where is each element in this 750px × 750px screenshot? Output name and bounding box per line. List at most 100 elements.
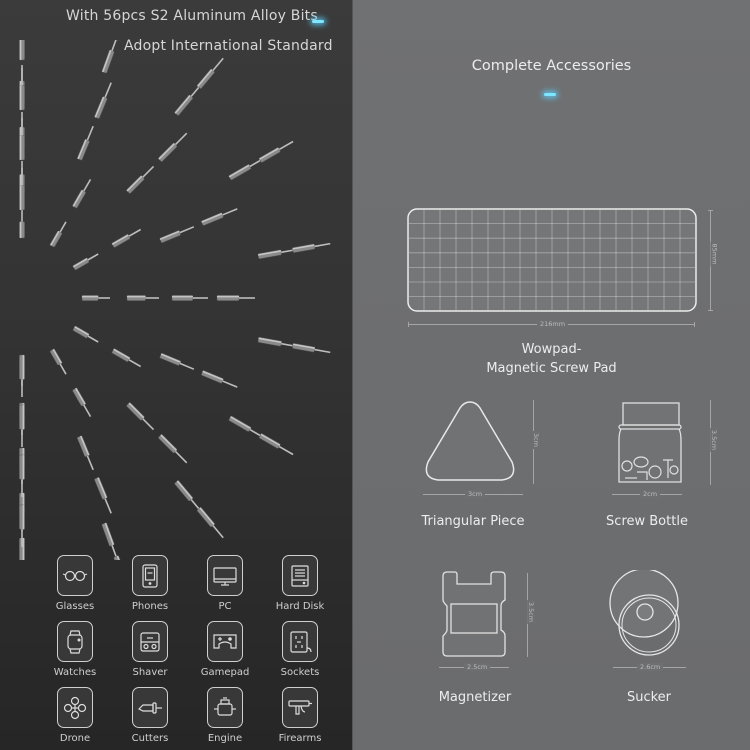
screwdriver-bit — [158, 132, 188, 162]
sucker-image — [609, 570, 680, 656]
screwdriver-bit — [19, 68, 25, 111]
application-label: Firearms — [278, 733, 322, 744]
application-firearms: Firearms — [265, 687, 335, 750]
screwdriver-bit — [258, 433, 294, 456]
screwdriver-bit — [19, 210, 25, 239]
screwdriver-bit — [72, 178, 92, 209]
bottle-width-label: 2cm — [640, 490, 661, 498]
applications-grid: Glasses Phones PC Hard Disk Watches Shav… — [40, 555, 330, 750]
application-label: Sockets — [280, 667, 320, 678]
magnetizer-height-label: 3.5cm — [527, 599, 536, 625]
application-label: Hard Disk — [275, 601, 325, 612]
screwdriver-bit — [72, 325, 99, 343]
screwdriver-bit — [72, 387, 92, 418]
screwdriver-bit — [126, 295, 159, 301]
application-label: Drone — [59, 733, 91, 744]
screwdriver-bit — [159, 226, 195, 243]
screwdriver-bit — [292, 242, 331, 253]
magnetizer-name: Magnetizer — [438, 690, 512, 705]
monitor-icon — [213, 566, 237, 586]
pad-width-label: 216mm — [537, 320, 569, 328]
dimension-tick — [708, 310, 713, 311]
application-label: Shaver — [132, 667, 168, 678]
application-hard-disk: Hard Disk — [265, 555, 335, 621]
screwdriver-bit — [196, 507, 224, 539]
screw-bottle-name: Screw Bottle — [606, 514, 688, 529]
application-label: Gamepad — [200, 667, 250, 678]
screwdriver-bit — [77, 435, 94, 471]
pad-height-label: 85mm — [710, 241, 719, 267]
socket-icon — [290, 630, 312, 653]
screwdriver-bit — [201, 208, 238, 226]
application-sockets: Sockets — [265, 621, 335, 687]
shaver-icon — [140, 631, 160, 652]
accessories-panel: Complete Accessories 85mm 216mm Wowpad- … — [353, 0, 750, 750]
dimension-tick — [408, 322, 409, 327]
accent-glow-indicator — [544, 93, 556, 96]
screwdriver-bit — [257, 248, 298, 259]
bits-panel: With 56pcs S2 Aluminum Alloy Bits Adopt … — [0, 0, 352, 750]
triangle-height-label: 3cm — [532, 430, 541, 450]
headline: With 56pcs S2 Aluminum Alloy Bits — [66, 8, 318, 24]
screwdriver-bit — [94, 477, 112, 514]
screwdriver-bit — [171, 295, 208, 301]
gamepad-icon — [213, 633, 237, 649]
accessories-title: Complete Accessories — [471, 58, 632, 74]
bottle-height-label: 3.5cm — [710, 427, 719, 453]
screw-bottle-image — [618, 402, 682, 483]
screwdriver-bit — [292, 343, 331, 354]
screwdriver-bit — [49, 348, 67, 375]
screwdriver-bit — [19, 40, 25, 61]
application-label: PC — [218, 601, 232, 612]
screwdriver-bit — [72, 253, 99, 271]
screwdriver-bit — [126, 165, 155, 194]
glasses-icon — [62, 570, 88, 581]
screwdriver-bit — [159, 353, 195, 370]
screwdriver-bit — [158, 434, 188, 464]
screwdriver-bit — [111, 348, 142, 368]
screwdriver-bit — [19, 118, 25, 161]
application-shaver: Shaver — [115, 621, 185, 687]
triangular-piece-name: Triangular Piece — [421, 514, 525, 529]
dimension-tick — [694, 322, 695, 327]
application-phones: Phones — [115, 555, 185, 621]
screwdriver-bit — [77, 125, 94, 161]
application-engine: Engine — [190, 687, 260, 750]
application-drone: Drone — [40, 687, 110, 750]
screwdriver-bit — [49, 221, 67, 248]
cutter-icon — [137, 701, 162, 714]
magnetizer-image — [442, 571, 506, 657]
application-label: Engine — [207, 733, 243, 744]
watch-icon — [67, 629, 83, 654]
screwdriver-bit — [257, 337, 298, 348]
screwdriver-bit — [94, 82, 112, 119]
screwdriver-bit — [19, 354, 25, 397]
phone-icon — [142, 563, 158, 588]
application-glasses: Glasses — [40, 555, 110, 621]
application-label: Watches — [53, 667, 97, 678]
pad-name-line1: Wowpad- — [521, 342, 582, 357]
screwdriver-bits-fan-image — [19, 40, 331, 560]
application-label: Phones — [131, 601, 169, 612]
screwdriver-bit — [201, 370, 238, 388]
sucker-name: Sucker — [626, 690, 672, 705]
application-cutters: Cutters — [115, 687, 185, 750]
firearm-icon — [288, 699, 312, 715]
screwdriver-bit — [196, 57, 224, 89]
application-pc: PC — [190, 555, 260, 621]
screwdriver-bit — [111, 228, 142, 248]
screwdriver-bit — [19, 404, 25, 447]
dimension-tick — [708, 210, 713, 211]
sucker-width-label: 2.6cm — [637, 663, 664, 671]
engine-icon — [214, 696, 236, 716]
screwdriver-bit — [101, 40, 119, 74]
pad-name-line2: Magnetic Screw Pad — [486, 361, 617, 376]
application-label: Cutters — [131, 733, 169, 744]
application-watches: Watches — [40, 621, 110, 687]
drone-icon — [63, 696, 87, 719]
screwdriver-bit — [126, 402, 155, 431]
application-gamepad: Gamepad — [190, 621, 260, 687]
magnetic-screw-pad-image — [407, 208, 697, 312]
accent-glow-indicator — [312, 20, 324, 23]
application-label: Glasses — [55, 601, 95, 612]
